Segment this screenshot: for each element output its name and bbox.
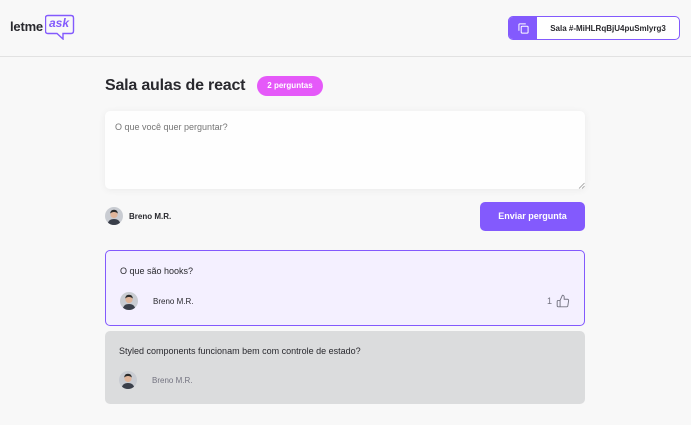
user-name: Breno M.R. xyxy=(129,211,172,221)
question-content: O que são hooks? xyxy=(120,266,194,276)
form-footer: Breno M.R. Enviar pergunta xyxy=(105,201,585,231)
like-count: 1 xyxy=(546,296,552,306)
copy-icon[interactable] xyxy=(509,17,537,39)
question-footer: Breno M.R. xyxy=(119,371,571,389)
like-button[interactable]: 1 xyxy=(547,294,570,308)
question-count-badge: 2 perguntas xyxy=(257,76,323,96)
room-code-button[interactable]: Sala #-MiHLRqBjU4puSmIyrg3 xyxy=(508,16,680,40)
logo-accent: ask xyxy=(48,16,69,30)
question-card: Styled components funcionam bem com cont… xyxy=(105,331,585,404)
header: letme ask Sala #-MiHLRqBjU4puSmIyrg3 xyxy=(0,0,691,57)
avatar xyxy=(119,371,137,389)
author-name: Breno M.R. xyxy=(152,375,193,385)
page-title: Sala aulas de react xyxy=(105,77,246,94)
user-info: Breno M.R. xyxy=(105,207,171,225)
question-content: Styled components funcionam bem com cont… xyxy=(119,346,361,356)
logo-text: letme xyxy=(10,19,43,34)
question-card: O que são hooks? Breno M.R. 1 xyxy=(105,250,585,326)
room-code-text: Sala #-MiHLRqBjU4puSmIyrg3 xyxy=(550,23,666,33)
question-author: Breno M.R. xyxy=(119,371,192,389)
resize-grip-icon[interactable] xyxy=(578,182,585,189)
question-footer: Breno M.R. 1 xyxy=(120,292,570,310)
author-name: Breno M.R. xyxy=(153,296,194,306)
avatar xyxy=(105,207,123,225)
thumbs-up-icon xyxy=(556,294,570,308)
send-question-button[interactable]: Enviar pergunta xyxy=(480,201,585,231)
avatar xyxy=(120,292,138,310)
room-title-row: Sala aulas de react 2 perguntas xyxy=(105,76,323,96)
question-input[interactable] xyxy=(105,111,585,189)
speech-bubble-icon: ask xyxy=(44,14,75,40)
question-author: Breno M.R. xyxy=(120,292,193,310)
logo[interactable]: letme ask xyxy=(10,14,75,40)
